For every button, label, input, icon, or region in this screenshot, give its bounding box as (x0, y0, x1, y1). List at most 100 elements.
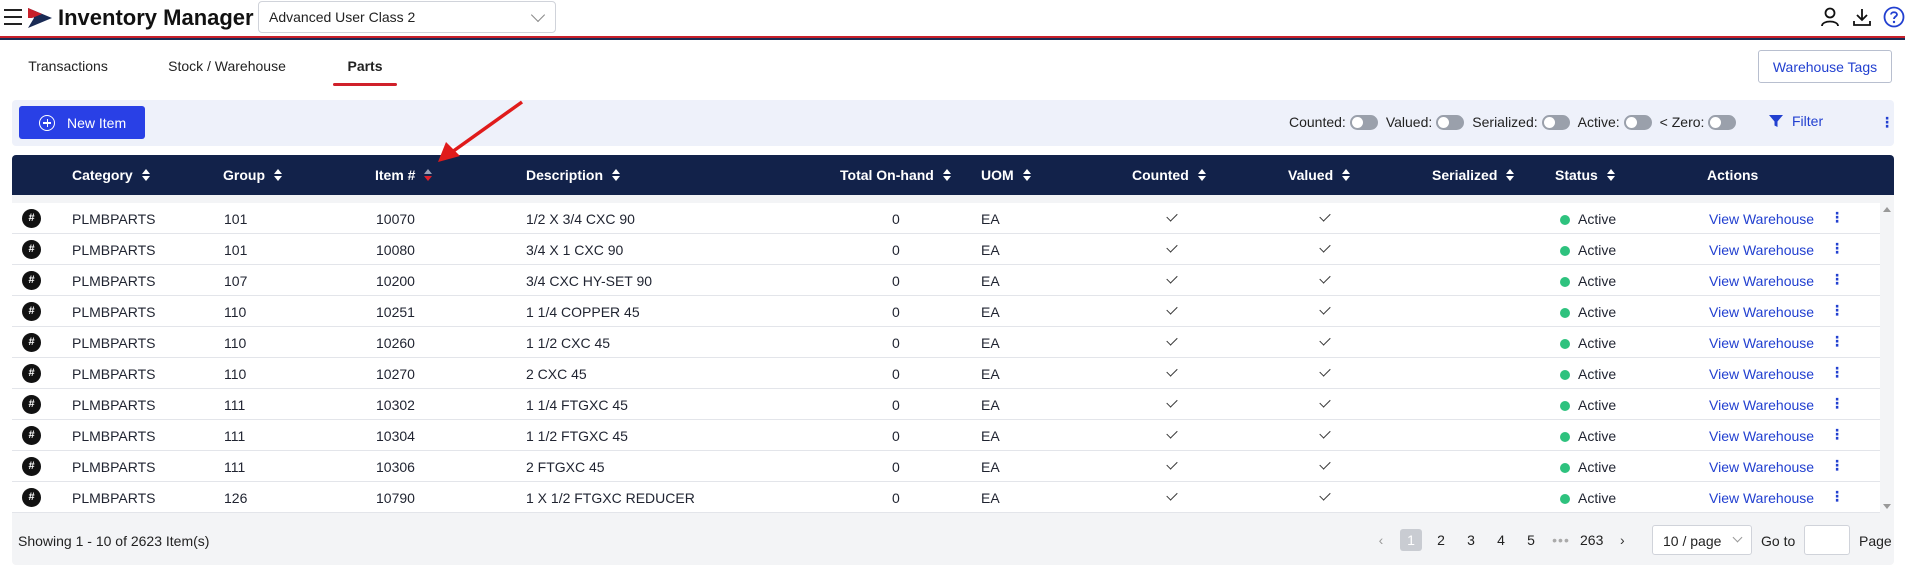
valued-check-icon (1319, 427, 1331, 439)
row-more-icon[interactable]: ⋮ (1830, 426, 1844, 443)
page-label: Page (1859, 533, 1892, 549)
row-more-icon[interactable]: ⋮ (1830, 302, 1844, 319)
view-warehouse-link[interactable]: View Warehouse (1709, 428, 1814, 444)
row-more-icon[interactable]: ⋮ (1830, 457, 1844, 474)
row-more-icon[interactable]: ⋮ (1830, 364, 1844, 381)
page-button-1[interactable]: 1 (1400, 529, 1422, 551)
download-icon[interactable] (1851, 6, 1873, 28)
table-row[interactable]: # PLMBPARTS 107 10200 3/4 CXC HY-SET 90 0 EA Ac… (12, 265, 1880, 296)
cell-group: 110 (224, 335, 247, 351)
page-button-4[interactable]: 4 (1490, 529, 1512, 551)
valued-toggle[interactable] (1436, 114, 1465, 130)
view-warehouse-link[interactable]: View Warehouse (1709, 304, 1814, 320)
column-header-description[interactable]: Description (526, 167, 621, 183)
goto-page-input[interactable] (1804, 525, 1850, 555)
sort-icon (1022, 169, 1031, 181)
tab-parts[interactable]: Parts (333, 48, 397, 86)
cell-category: PLMBPARTS (72, 490, 156, 506)
per-page-select[interactable]: 10 / page (1652, 525, 1752, 555)
row-more-icon[interactable]: ⋮ (1830, 209, 1844, 226)
cell-description: 3/4 CXC HY-SET 90 (526, 273, 653, 289)
tab-stock-warehouse[interactable]: Stock / Warehouse (164, 48, 290, 86)
table-row[interactable]: # PLMBPARTS 110 10260 1 1/2 CXC 45 0 EA Active V… (12, 327, 1880, 358)
below-zero-toggle[interactable] (1708, 114, 1737, 130)
page-button-5[interactable]: 5 (1520, 529, 1542, 551)
table-row[interactable]: # PLMBPARTS 101 10070 1/2 X 3/4 CXC 90 0 EA Act… (12, 203, 1880, 234)
view-warehouse-link[interactable]: View Warehouse (1709, 459, 1814, 475)
cell-uom: EA (981, 304, 1000, 320)
row-more-icon[interactable]: ⋮ (1830, 240, 1844, 257)
active-toggle[interactable] (1623, 114, 1652, 130)
user-icon[interactable] (1819, 6, 1841, 28)
tab-transactions[interactable]: Transactions (22, 48, 114, 86)
serialized-toggle[interactable] (1541, 114, 1570, 130)
scroll-down-arrow-icon[interactable] (1883, 504, 1891, 509)
column-header-total-onhand[interactable]: Total On-hand (840, 167, 951, 183)
column-header-group[interactable]: Group (223, 167, 282, 183)
cell-uom: EA (981, 428, 1000, 444)
cell-group: 110 (224, 366, 247, 382)
warehouse-tags-button[interactable]: Warehouse Tags (1758, 50, 1892, 83)
column-header-serialized[interactable]: Serialized (1432, 167, 1515, 183)
column-header-status[interactable]: Status (1555, 167, 1615, 183)
table-row[interactable]: # PLMBPARTS 126 10790 1 X 1/2 FTGXC REDUCER 0… (12, 482, 1880, 513)
column-header-valued[interactable]: Valued (1288, 167, 1351, 183)
cell-description: 3/4 X 1 CXC 90 (526, 242, 624, 258)
table-row[interactable]: # PLMBPARTS 101 10080 3/4 X 1 CXC 90 0 EA Activ… (12, 234, 1880, 265)
view-warehouse-link[interactable]: View Warehouse (1709, 242, 1814, 258)
table-row[interactable]: # PLMBPARTS 110 10270 2 CXC 45 0 EA Active View … (12, 358, 1880, 389)
help-icon[interactable] (1883, 6, 1905, 28)
view-warehouse-link[interactable]: View Warehouse (1709, 211, 1814, 227)
page-ellipsis[interactable]: ••• (1550, 529, 1572, 551)
row-more-icon[interactable]: ⋮ (1830, 488, 1844, 505)
column-header-category[interactable]: Category (72, 167, 150, 183)
table-scrollbar[interactable] (1880, 203, 1894, 513)
table-row[interactable]: # PLMBPARTS 111 10306 2 FTGXC 45 0 EA Active Vie… (12, 451, 1880, 482)
table-row[interactable]: # PLMBPARTS 111 10304 1 1/2 FTGXC 45 0 EA Activ… (12, 420, 1880, 451)
cell-group: 101 (224, 242, 248, 258)
view-warehouse-link[interactable]: View Warehouse (1709, 273, 1814, 289)
row-more-icon[interactable]: ⋮ (1830, 271, 1844, 288)
user-class-select[interactable]: Advanced User Class 2 (258, 1, 556, 33)
new-item-button[interactable]: New Item (19, 106, 145, 139)
table-row[interactable]: # PLMBPARTS 111 10302 1 1/4 FTGXC 45 0 EA Activ… (12, 389, 1880, 420)
prev-page-icon[interactable]: ‹ (1370, 529, 1392, 551)
cell-total-onhand: 0 (892, 273, 900, 289)
cell-status: Active (1560, 366, 1616, 382)
cell-total-onhand: 0 (892, 211, 900, 227)
column-header-item-number[interactable]: Item # (375, 167, 433, 183)
view-warehouse-link[interactable]: View Warehouse (1709, 366, 1814, 382)
status-dot-icon (1560, 494, 1570, 504)
column-header-uom[interactable]: UOM (981, 167, 1031, 183)
scroll-up-arrow-icon[interactable] (1883, 207, 1891, 212)
toggle-label-active: Active: (1577, 114, 1620, 130)
hamburger-menu-icon[interactable] (4, 9, 22, 25)
item-type-badge: # (22, 488, 41, 507)
status-dot-icon (1560, 246, 1570, 256)
row-more-icon[interactable]: ⋮ (1830, 395, 1844, 412)
chevron-down-icon (1732, 532, 1743, 543)
next-page-icon[interactable]: › (1611, 529, 1633, 551)
filter-button[interactable]: Filter (1768, 113, 1823, 129)
counted-check-icon (1166, 458, 1178, 470)
valued-check-icon (1319, 396, 1331, 408)
column-header-counted[interactable]: Counted (1132, 167, 1206, 183)
goto-label: Go to (1761, 533, 1796, 549)
table-row[interactable]: # PLMBPARTS 110 10251 1 1/4 COPPER 45 0 EA Acti… (12, 296, 1880, 327)
item-type-badge: # (22, 240, 41, 259)
row-more-icon[interactable]: ⋮ (1830, 333, 1844, 350)
view-warehouse-link[interactable]: View Warehouse (1709, 490, 1814, 506)
toolbar-more-icon[interactable]: ⋮ (1880, 114, 1894, 131)
counted-toggle[interactable] (1349, 114, 1378, 130)
cell-group: 111 (224, 459, 246, 475)
cell-category: PLMBPARTS (72, 397, 156, 413)
sort-icon (942, 169, 951, 181)
cell-status: Active (1560, 304, 1616, 320)
page-button-last[interactable]: 263 (1580, 529, 1603, 551)
counted-check-icon (1166, 489, 1178, 501)
view-warehouse-link[interactable]: View Warehouse (1709, 397, 1814, 413)
status-dot-icon (1560, 277, 1570, 287)
view-warehouse-link[interactable]: View Warehouse (1709, 335, 1814, 351)
page-button-3[interactable]: 3 (1460, 529, 1482, 551)
page-button-2[interactable]: 2 (1430, 529, 1452, 551)
